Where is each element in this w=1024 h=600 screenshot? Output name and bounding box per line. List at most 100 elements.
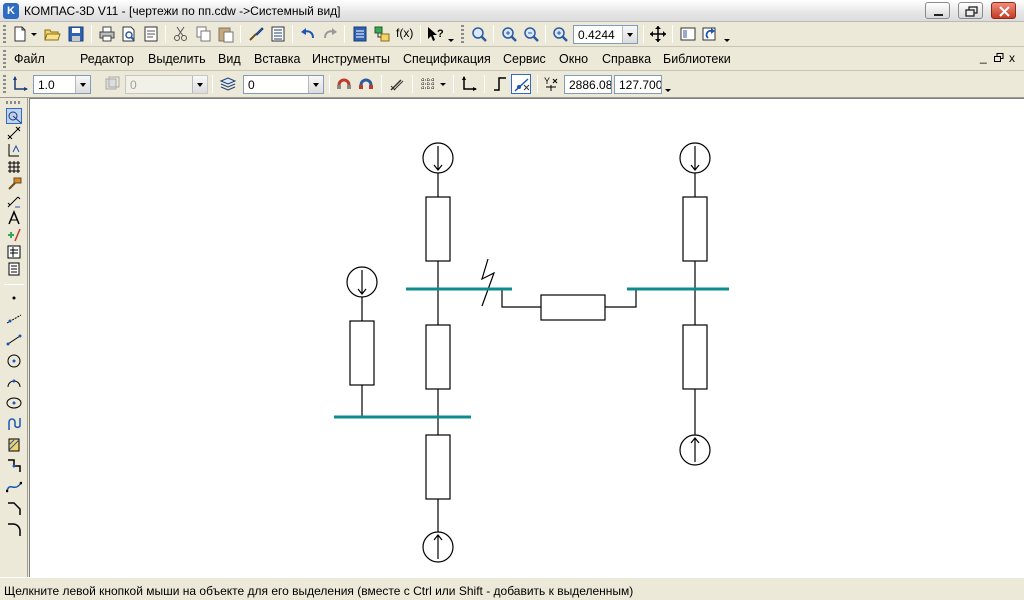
polyline-tool-button[interactable] <box>6 458 22 474</box>
menu-specification[interactable]: Спецификация <box>403 52 491 66</box>
grid-button[interactable] <box>418 74 438 94</box>
dimensions-panel-button[interactable] <box>6 125 22 141</box>
ellipse-tool-button[interactable] <box>6 395 22 411</box>
layer-combo[interactable]: 0 <box>125 75 208 94</box>
context-help-button[interactable]: ? <box>424 24 444 44</box>
menu-libraries[interactable]: Библиотеки <box>663 52 731 66</box>
ortho-button[interactable] <box>387 74 407 94</box>
grid-icon <box>421 78 435 90</box>
title-bar: K КОМПАС-3D V11 - [чертежи по пп.cdw ->С… <box>0 0 1024 22</box>
show-all-button[interactable] <box>678 24 698 44</box>
toolbar-overflow[interactable] <box>446 24 456 44</box>
segment-tool-button[interactable] <box>6 332 22 348</box>
paste-button[interactable] <box>216 24 236 44</box>
menu-window[interactable]: Окно <box>559 52 588 66</box>
redo-button[interactable] <box>320 24 340 44</box>
menu-insert[interactable]: Вставка <box>254 52 300 66</box>
fillet-tool-button[interactable] <box>6 521 22 537</box>
grid-dropdown[interactable] <box>438 74 448 94</box>
axes-button[interactable] <box>459 74 479 94</box>
menu-service[interactable]: Сервис <box>503 52 546 66</box>
parametric-mode-button[interactable] <box>511 74 531 94</box>
geometry-panel-button[interactable] <box>6 108 22 124</box>
formula-button[interactable]: f(x) <box>394 24 416 44</box>
round-button[interactable] <box>490 74 510 94</box>
menu-help[interactable]: Справка <box>602 52 651 66</box>
zoom-in-button[interactable] <box>499 24 519 44</box>
parametrization-panel-button[interactable] <box>6 176 22 192</box>
minimize-button[interactable] <box>925 2 950 19</box>
menu-bar: Файл Редактор Выделить Вид Вставка Инстр… <box>0 47 1024 71</box>
properties-button[interactable] <box>268 24 288 44</box>
close-button[interactable] <box>991 2 1016 19</box>
chevron-down-icon[interactable] <box>622 26 637 43</box>
zoom-combo[interactable]: 0.4244 <box>573 25 638 44</box>
new-document-dropdown[interactable] <box>29 24 39 44</box>
point-tool-button[interactable] <box>6 290 22 306</box>
mdi-restore-button[interactable] <box>994 52 1004 66</box>
select-panel-button[interactable] <box>6 210 22 226</box>
toolbar-grip[interactable] <box>3 75 6 93</box>
zoom-out-button[interactable] <box>521 24 541 44</box>
toolbar-grip[interactable] <box>3 25 6 43</box>
copy-icon <box>196 26 211 42</box>
variables-button[interactable] <box>372 24 392 44</box>
chevron-down-icon[interactable] <box>75 76 90 93</box>
copy-button[interactable] <box>194 24 214 44</box>
toolbar-grip[interactable] <box>461 25 464 43</box>
snap-settings-button[interactable] <box>334 74 354 94</box>
menu-tools[interactable]: Инструменты <box>312 52 390 66</box>
save-button[interactable] <box>66 24 86 44</box>
menu-edit[interactable]: Редактор <box>80 52 134 66</box>
preview-button[interactable] <box>141 24 161 44</box>
measure-panel-button[interactable] <box>6 193 22 209</box>
designations-panel-button[interactable] <box>6 142 22 158</box>
associative-panel-button[interactable] <box>6 227 22 243</box>
drawing-canvas[interactable] <box>29 98 1024 577</box>
format-brush-button[interactable] <box>246 24 266 44</box>
x-coordinate-field[interactable]: 127.700 <box>614 75 662 94</box>
chamfer-tool-button[interactable] <box>6 500 22 516</box>
print-button[interactable] <box>97 24 117 44</box>
refresh-button[interactable] <box>700 24 720 44</box>
auxiliary-line-button[interactable] <box>6 311 22 327</box>
restore-button[interactable] <box>958 2 983 19</box>
state-layers-button[interactable] <box>218 74 238 94</box>
state-combo[interactable]: 0 <box>243 75 324 94</box>
chevron-down-icon[interactable] <box>308 76 323 93</box>
toolbar-overflow[interactable] <box>722 24 732 44</box>
reports-panel-button[interactable] <box>6 261 22 277</box>
bezier-tool-button[interactable] <box>6 479 22 495</box>
arc-tool-button[interactable] <box>6 374 22 390</box>
undo-button[interactable] <box>298 24 318 44</box>
local-cs-button[interactable] <box>10 74 30 94</box>
menu-file[interactable]: Файл <box>14 52 45 66</box>
chevron-down-icon[interactable] <box>192 76 207 93</box>
edit-panel-button[interactable] <box>6 159 22 175</box>
toolbar-overflow[interactable] <box>663 74 673 94</box>
new-document-button[interactable] <box>10 24 30 44</box>
menu-view[interactable]: Вид <box>218 52 241 66</box>
y-coordinate-field[interactable]: 2886.08 <box>564 75 612 94</box>
spec-panel-button[interactable] <box>6 244 22 260</box>
hatch-tool-button[interactable] <box>6 437 22 453</box>
snap-toggle-button[interactable] <box>356 74 376 94</box>
open-button[interactable] <box>42 24 62 44</box>
manager-button[interactable] <box>350 24 370 44</box>
print-preview-button[interactable] <box>119 24 139 44</box>
toolbar-grip[interactable] <box>3 50 6 68</box>
layers-icon <box>219 77 237 91</box>
zoom-window-button[interactable] <box>469 24 489 44</box>
mdi-minimize-button[interactable]: _ <box>980 50 987 64</box>
zoom-scale-button[interactable] <box>550 24 570 44</box>
style-combo[interactable]: 1.0 <box>33 75 91 94</box>
polyline-icon <box>8 459 21 472</box>
pan-button[interactable] <box>648 24 668 44</box>
menu-select[interactable]: Выделить <box>148 52 206 66</box>
toolbar-grip[interactable] <box>6 101 22 104</box>
circle-tool-button[interactable] <box>6 353 22 369</box>
mdi-close-button[interactable]: x <box>1009 51 1015 65</box>
layer-state-button[interactable] <box>102 74 122 94</box>
cut-button[interactable] <box>171 24 191 44</box>
spline-tool-button[interactable] <box>6 416 22 432</box>
